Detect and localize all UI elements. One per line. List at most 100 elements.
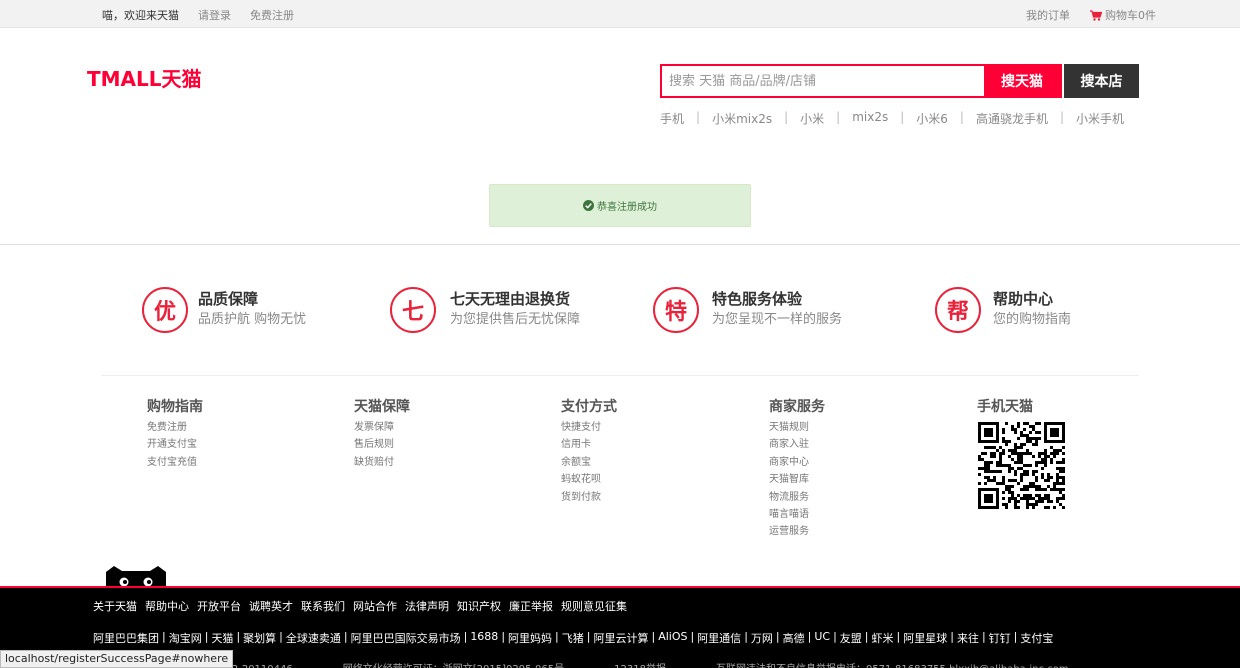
guarantee-title: 特色服务体验: [712, 290, 803, 308]
footer-group-link[interactable]: 聚划算: [243, 630, 276, 646]
footer-link[interactable]: 开放平台: [197, 598, 241, 614]
hot-keyword-link[interactable]: 小米手机: [1076, 110, 1124, 127]
link-separator: |: [775, 630, 780, 643]
footer-group-link[interactable]: 友盟: [840, 630, 862, 646]
footer-group-link[interactable]: 阿里通信: [697, 630, 741, 646]
link-separator: |: [463, 630, 468, 643]
link-separator: |: [343, 630, 348, 643]
footer-link[interactable]: 开通支付宝: [147, 436, 203, 453]
success-alert: 恭喜注册成功: [489, 184, 751, 227]
footer-group-link[interactable]: 阿里星球: [903, 630, 947, 646]
footer-link[interactable]: 物流服务: [769, 489, 825, 506]
footer-link[interactable]: 廉正举报: [509, 598, 553, 614]
guarantee-help[interactable]: 帮 帮助中心 您的购物指南: [935, 287, 1071, 333]
search-box: 搜天猫: [660, 64, 1062, 98]
link-separator: |: [807, 630, 812, 643]
footer-link[interactable]: 快捷支付: [561, 419, 617, 436]
hot-keyword-link[interactable]: 手机: [660, 110, 684, 127]
column-title: 手机天猫: [977, 399, 1033, 415]
login-link[interactable]: 请登录: [198, 7, 231, 23]
footer-link[interactable]: 帮助中心: [145, 598, 189, 614]
guarantee-title: 七天无理由退换货: [450, 290, 571, 308]
footer-group-link[interactable]: 支付宝: [1020, 630, 1053, 646]
keyword-separator: |: [900, 110, 905, 124]
footer-link[interactable]: 发票保障: [354, 419, 410, 436]
footer-link[interactable]: 规则意见征集: [561, 598, 627, 614]
hot-keyword-link[interactable]: mix2s: [852, 110, 888, 127]
guarantee-title: 品质保障: [198, 290, 259, 308]
my-orders-link[interactable]: 我的订单: [1026, 7, 1070, 23]
footer-link[interactable]: 缺货赔付: [354, 454, 410, 471]
footer-group-link[interactable]: UC: [814, 630, 830, 646]
footer-group-link[interactable]: 万网: [751, 630, 773, 646]
guarantee-service[interactable]: 特 特色服务体验 为您呈现不一样的服务: [653, 287, 842, 333]
footer-link[interactable]: 支付宝充值: [147, 454, 203, 471]
register-link[interactable]: 免费注册: [250, 7, 294, 23]
link-separator: |: [950, 630, 954, 643]
footer-link[interactable]: 喵言喵语: [769, 506, 825, 523]
footer-group-link[interactable]: 天猫: [211, 630, 233, 646]
search-tmall-button[interactable]: 搜天猫: [984, 66, 1060, 96]
footer-link[interactable]: 关于天猫: [93, 598, 137, 614]
footer-group-link[interactable]: 阿里妈妈: [508, 630, 552, 646]
footer-link[interactable]: 知识产权: [457, 598, 501, 614]
guarantee-quality[interactable]: 优 品质保障 品质护航 购物无忧: [142, 287, 306, 333]
footer-group-link[interactable]: 阿里巴巴国际交易市场: [351, 630, 461, 646]
footer-link[interactable]: 余额宝: [561, 454, 617, 471]
footer-link[interactable]: 运营服务: [769, 523, 825, 540]
footer-group-link[interactable]: 飞猪: [562, 630, 584, 646]
footer-link[interactable]: 信用卡: [561, 436, 617, 453]
divider: [0, 244, 1240, 245]
hot-keyword-link[interactable]: 高通骁龙手机: [976, 110, 1048, 127]
link-separator: |: [651, 630, 656, 643]
footer-group-link[interactable]: AliOS: [658, 630, 687, 646]
footer-group-link[interactable]: 1688: [470, 630, 498, 646]
link-separator: |: [690, 630, 695, 643]
check-circle-icon: [583, 200, 594, 211]
search-input[interactable]: [662, 66, 984, 96]
link-separator: |: [236, 630, 241, 643]
footer-group-link[interactable]: 钉钉: [989, 630, 1011, 646]
search-shop-button[interactable]: 搜本店: [1064, 64, 1139, 98]
hot-keyword-link[interactable]: 小米6: [916, 110, 948, 127]
tmall-cat-icon: [106, 566, 166, 588]
footer-link[interactable]: 诚聘英才: [249, 598, 293, 614]
footer-link[interactable]: 联系我们: [301, 598, 345, 614]
footer-link[interactable]: 蚂蚁花呗: [561, 471, 617, 488]
footer-link[interactable]: 售后规则: [354, 436, 410, 453]
footer-group-link[interactable]: 全球速卖通: [286, 630, 341, 646]
hot-keyword-link[interactable]: 小米: [800, 110, 824, 127]
guarantee-subtitle: 您的购物指南: [993, 312, 1072, 327]
cart-icon: [1090, 9, 1102, 21]
footer-link[interactable]: 法律声明: [405, 598, 449, 614]
cart-link[interactable]: 购物车0件: [1090, 7, 1156, 23]
footer-group-link[interactable]: 来往: [957, 630, 979, 646]
footer-group-link[interactable]: 阿里巴巴集团: [93, 630, 159, 646]
footer-link[interactable]: 货到付款: [561, 489, 617, 506]
qr-code-image: [978, 422, 1065, 509]
footer-col-guarantee: 天猫保障 发票保障 售后规则 缺货赔付: [354, 398, 410, 471]
footer-link[interactable]: 商家入驻: [769, 436, 825, 453]
footer-link[interactable]: 免费注册: [147, 419, 203, 436]
link-separator: |: [586, 630, 591, 643]
footer-links-group: 阿里巴巴集团 | 淘宝网 | 天猫 | 聚划算 | 全球速卖通 | 阿里巴巴国际交易市场 | 1688 |…: [93, 630, 1053, 646]
keyword-separator: |: [784, 110, 789, 124]
footer-link[interactable]: 商家中心: [769, 454, 825, 471]
column-title: 支付方式: [561, 399, 617, 415]
link-separator: |: [1013, 630, 1018, 643]
footer-group-link[interactable]: 阿里云计算: [593, 630, 648, 646]
footer-col-payment: 支付方式 快捷支付 信用卡 余额宝 蚂蚁花呗 货到付款: [561, 398, 617, 506]
tmall-logo[interactable]: TMALL天猫: [87, 65, 211, 91]
hot-keyword-link[interactable]: 小米mix2s: [712, 110, 772, 127]
guarantee-subtitle: 为您呈现不一样的服务: [712, 312, 843, 327]
footer-link[interactable]: 网站合作: [353, 598, 397, 614]
footer-group-link[interactable]: 虾米: [872, 630, 894, 646]
keyword-separator: |: [1059, 110, 1064, 124]
guarantee-returns[interactable]: 七 七天无理由退换货 为您提供售后无忧保障: [390, 287, 580, 333]
help-icon: 帮: [935, 287, 981, 333]
footer-group-link[interactable]: 淘宝网: [169, 630, 202, 646]
footer-link[interactable]: 天猫智库: [769, 471, 825, 488]
footer-link[interactable]: 天猫规则: [769, 419, 825, 436]
footer-col-mobile: 手机天猫: [977, 398, 1033, 419]
footer-group-link[interactable]: 高德: [783, 630, 805, 646]
